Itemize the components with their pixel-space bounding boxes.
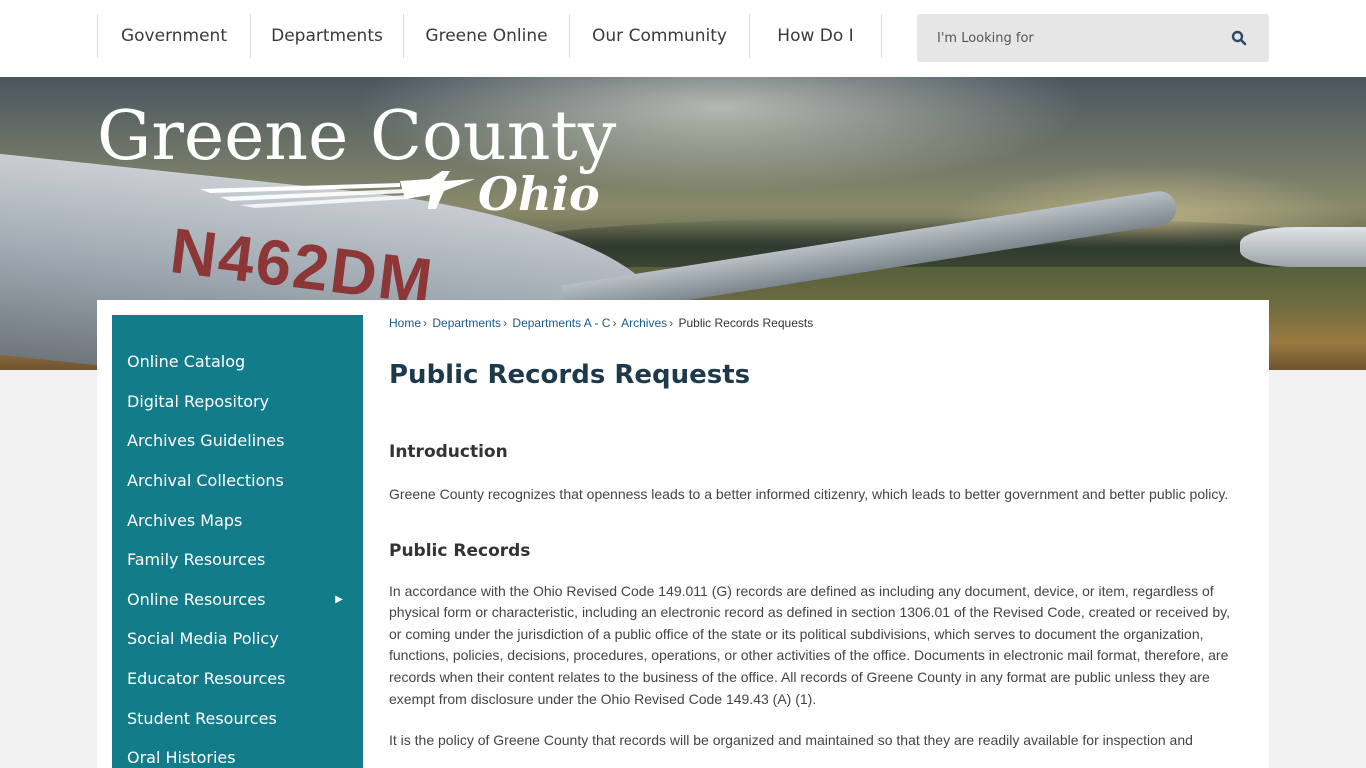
breadcrumb-departments-a-c[interactable]: Departments A - C (512, 316, 610, 330)
sidebar-item-label: Educator Resources (127, 669, 286, 689)
introduction-text: Greene County recognizes that openness l… (389, 486, 1229, 502)
sidebar-item-online-resources[interactable]: Online Resources ▶ (112, 580, 363, 620)
breadcrumb-home[interactable]: Home (389, 316, 421, 330)
sidebar-item-label: Online Catalog (127, 352, 246, 372)
search-input[interactable] (917, 14, 1217, 62)
policy-text: It is the policy of Greene County that r… (389, 732, 1193, 749)
sidebar-item-digital-repository[interactable]: Digital Repository (112, 382, 363, 422)
sidebar-item-label: Student Resources (127, 708, 277, 728)
nav-our-community[interactable]: Our Community (569, 14, 749, 58)
airplane-background (1240, 227, 1366, 267)
public-records-heading: Public Records (389, 540, 531, 561)
jet-swoosh-icon (200, 171, 475, 209)
sidebar-item-label: Archival Collections (127, 471, 284, 491)
search-box (917, 14, 1269, 62)
nav-government[interactable]: Government (97, 14, 250, 58)
content-card: Online Catalog Digital Repository Archiv… (97, 300, 1269, 768)
breadcrumb-separator: › (503, 316, 508, 330)
sidebar-nav: Online Catalog Digital Repository Archiv… (112, 315, 363, 768)
breadcrumb-archives[interactable]: Archives (621, 316, 667, 330)
main-nav: Government Departments Greene Online Our… (97, 14, 882, 58)
breadcrumb-departments[interactable]: Departments (432, 316, 501, 330)
sidebar-item-label: Online Resources (127, 589, 266, 609)
top-bar: Government Departments Greene Online Our… (0, 0, 1366, 77)
main-content: Home › Departments › Departments A - C › Ar… (389, 315, 1249, 752)
breadcrumb: Home › Departments › Departments A - C › Ar… (389, 315, 1249, 331)
sidebar-item-online-catalog[interactable]: Online Catalog (112, 342, 363, 382)
sidebar-item-archives-maps[interactable]: Archives Maps (112, 500, 363, 540)
sidebar-item-label: Social Media Policy (127, 629, 279, 649)
breadcrumb-separator: › (612, 316, 617, 330)
sidebar-item-educator-resources[interactable]: Educator Resources (112, 659, 363, 699)
sidebar-item-oral-histories[interactable]: Oral Histories (112, 738, 363, 768)
sidebar-item-label: Archives Maps (127, 510, 243, 530)
page-title: Public Records Requests (389, 360, 751, 390)
sidebar-item-archival-collections[interactable]: Archival Collections (112, 461, 363, 501)
search-icon[interactable] (1231, 30, 1247, 46)
sidebar-item-social-media-policy[interactable]: Social Media Policy (112, 619, 363, 659)
sidebar-list: Online Catalog Digital Repository Archiv… (112, 315, 363, 768)
nav-departments[interactable]: Departments (250, 14, 403, 58)
logo-subtitle: Ohio (478, 167, 600, 221)
triangle-right-icon[interactable]: ▶ (335, 594, 343, 605)
public-records-text: In accordance with the Ohio Revised Code… (389, 582, 1230, 707)
sidebar-item-label: Digital Repository (127, 391, 270, 411)
sidebar-item-family-resources[interactable]: Family Resources (112, 540, 363, 580)
breadcrumb-separator: › (423, 316, 428, 330)
sidebar-item-label: Oral Histories (127, 748, 236, 768)
breadcrumb-current: Public Records Requests (678, 316, 814, 330)
breadcrumb-separator: › (669, 316, 674, 330)
nav-greene-online[interactable]: Greene Online (403, 14, 569, 58)
sidebar-item-student-resources[interactable]: Student Resources (112, 698, 363, 738)
nav-how-do-i[interactable]: How Do I (749, 14, 882, 58)
introduction-heading: Introduction (389, 442, 508, 462)
sidebar-item-label: Archives Guidelines (127, 431, 285, 451)
sidebar-item-archives-guidelines[interactable]: Archives Guidelines (112, 421, 363, 461)
logo-title: Greene County (97, 97, 617, 176)
sidebar-item-label: Family Resources (127, 550, 266, 570)
